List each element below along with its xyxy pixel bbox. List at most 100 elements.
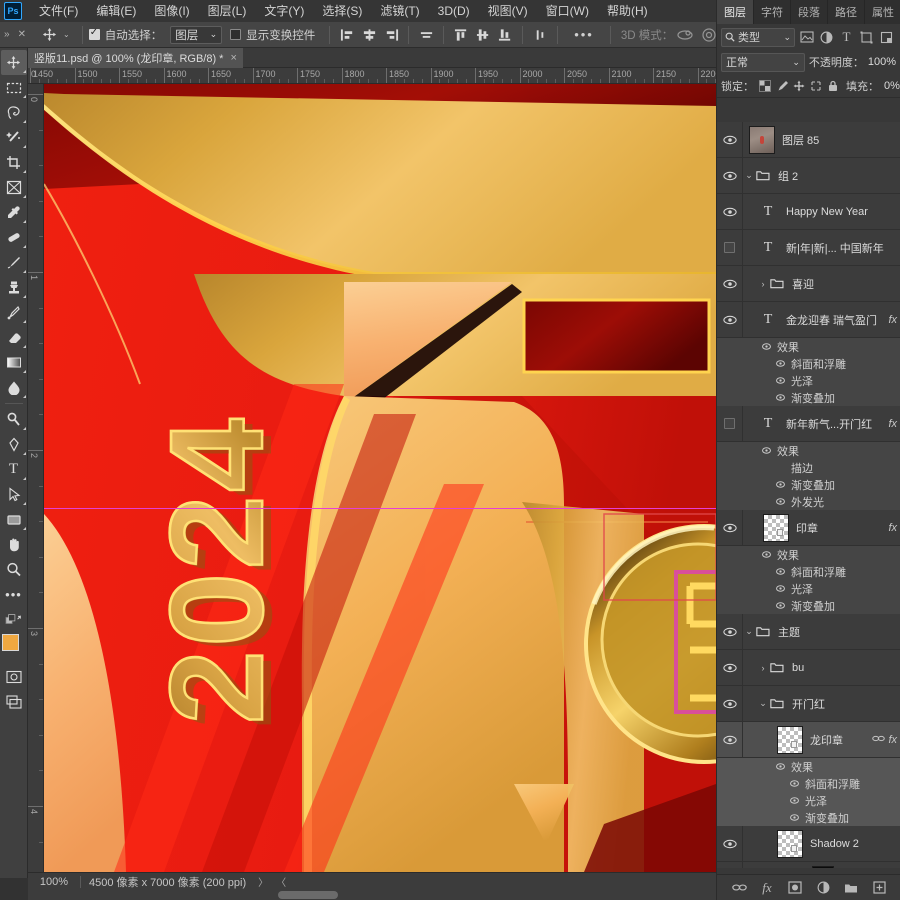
layer-row[interactable]: ⌄ 组 2 bbox=[717, 158, 900, 194]
tool-preset-chevron-icon[interactable]: ⌄ bbox=[63, 30, 70, 39]
healing-brush-tool[interactable] bbox=[1, 225, 27, 250]
crop-tool[interactable] bbox=[1, 150, 27, 175]
horizontal-scrollbar-thumb[interactable] bbox=[278, 891, 338, 899]
layer-effect-item[interactable]: 渐变叠加 bbox=[717, 809, 900, 826]
layer-row[interactable]: T 新年新气...开门红 fx bbox=[717, 406, 900, 442]
menu-view[interactable]: 视图(V) bbox=[479, 0, 537, 22]
effect-visibility-toggle[interactable] bbox=[717, 601, 785, 610]
brush-tool[interactable] bbox=[1, 250, 27, 275]
group-disclosure-icon[interactable]: ⌄ bbox=[743, 170, 755, 181]
move-tool[interactable] bbox=[0, 50, 27, 75]
default-colors-icon[interactable] bbox=[1, 607, 27, 632]
layer-row[interactable]: Shadow 2 bbox=[717, 826, 900, 862]
status-expand-icon[interactable]: 〉 bbox=[254, 874, 272, 889]
dodge-tool[interactable] bbox=[1, 407, 27, 432]
menu-3d[interactable]: 3D(D) bbox=[429, 0, 479, 22]
adjustment-filter-icon[interactable] bbox=[818, 28, 835, 47]
blend-mode-dropdown[interactable]: 正常 ⌄ bbox=[721, 52, 805, 72]
group-disclosure-icon[interactable]: › bbox=[757, 279, 769, 289]
type-tool[interactable]: T bbox=[1, 457, 27, 482]
layer-visibility-toggle[interactable] bbox=[717, 302, 743, 337]
auto-select-scope-dropdown[interactable]: 图层 ⌄ bbox=[170, 25, 223, 44]
layer-thumbnail[interactable] bbox=[749, 125, 775, 154]
layer-effects-icon[interactable]: fx bbox=[888, 734, 900, 746]
effect-visibility-toggle[interactable] bbox=[717, 342, 771, 351]
menu-layer[interactable]: 图层(L) bbox=[199, 0, 256, 22]
blur-tool[interactable] bbox=[1, 375, 27, 400]
layer-effect-item[interactable]: 渐变叠加 bbox=[717, 476, 900, 493]
layer-thumbnail[interactable] bbox=[777, 725, 803, 754]
layer-visibility-toggle[interactable] bbox=[717, 122, 743, 157]
screen-mode-icon[interactable] bbox=[1, 689, 27, 714]
align-right-icon[interactable] bbox=[380, 24, 402, 46]
layer-visibility-toggle[interactable] bbox=[717, 826, 743, 861]
gradient-tool[interactable] bbox=[1, 350, 27, 375]
layer-visibility-toggle[interactable] bbox=[717, 862, 743, 868]
effect-visibility-toggle[interactable] bbox=[717, 497, 785, 506]
menu-file[interactable]: 文件(F) bbox=[30, 0, 87, 22]
layer-visibility-toggle[interactable] bbox=[717, 510, 743, 545]
tab-paragraph[interactable]: 段落 bbox=[791, 0, 828, 24]
move-tool-icon[interactable] bbox=[36, 24, 62, 46]
new-group-icon[interactable] bbox=[843, 879, 860, 896]
color-swatches[interactable] bbox=[1, 634, 27, 660]
panel-collapse-controls[interactable]: » ✕ bbox=[0, 22, 30, 48]
tab-character[interactable]: 字符 bbox=[754, 0, 791, 24]
auto-select-checkbox[interactable] bbox=[88, 27, 100, 40]
lock-position-icon[interactable] bbox=[793, 78, 805, 94]
layer-visibility-toggle[interactable] bbox=[717, 158, 743, 193]
layer-row[interactable]: ⌄ 开门红 bbox=[717, 686, 900, 722]
menu-edit[interactable]: 编辑(E) bbox=[87, 0, 145, 22]
lock-transparent-icon[interactable] bbox=[759, 78, 771, 94]
layer-effect-item[interactable]: 斜面和浮雕 bbox=[717, 563, 900, 580]
effect-visibility-toggle[interactable] bbox=[717, 446, 771, 455]
close-icon[interactable]: ✕ bbox=[18, 29, 26, 40]
layer-effect-item[interactable]: 渐变叠加 bbox=[717, 597, 900, 614]
layer-effect-item[interactable]: 光泽 bbox=[717, 792, 900, 809]
layer-row[interactable]: ⛓色相... 1 bbox=[717, 862, 900, 868]
effect-visibility-toggle[interactable] bbox=[717, 376, 785, 385]
layer-effects-icon[interactable]: fx bbox=[888, 522, 900, 534]
lock-all-icon[interactable] bbox=[827, 78, 839, 94]
document-tab[interactable]: 竖版11.psd @ 100% (龙印章, RGB/8) * × bbox=[28, 48, 243, 68]
history-brush-tool[interactable] bbox=[1, 300, 27, 325]
layer-visibility-toggle[interactable] bbox=[717, 686, 743, 721]
layer-effect-item[interactable]: 斜面和浮雕 bbox=[717, 775, 900, 792]
menu-image[interactable]: 图像(I) bbox=[145, 0, 198, 22]
zoom-level[interactable]: 100% bbox=[28, 876, 80, 888]
layer-effects-header[interactable]: 效果 bbox=[717, 442, 900, 459]
tab-properties[interactable]: 属性 bbox=[865, 0, 900, 24]
align-left-icon[interactable] bbox=[336, 24, 358, 46]
effect-visibility-toggle[interactable] bbox=[717, 779, 799, 788]
layer-effects-icon[interactable]: fx bbox=[888, 314, 900, 326]
frame-tool[interactable] bbox=[1, 175, 27, 200]
menu-type[interactable]: 文字(Y) bbox=[255, 0, 313, 22]
layer-row[interactable]: 图层 85 bbox=[717, 122, 900, 158]
layer-effect-item[interactable]: 外发光 bbox=[717, 493, 900, 510]
zoom-tool[interactable] bbox=[1, 557, 27, 582]
layer-effect-item[interactable]: 斜面和浮雕 bbox=[717, 355, 900, 372]
layer-visibility-toggle[interactable] bbox=[717, 650, 743, 685]
distribute-v-icon[interactable] bbox=[529, 24, 551, 46]
effect-visibility-toggle[interactable] bbox=[717, 796, 799, 805]
clone-stamp-tool[interactable] bbox=[1, 275, 27, 300]
effect-visibility-toggle[interactable] bbox=[717, 480, 785, 489]
image-filter-icon[interactable] bbox=[798, 28, 815, 47]
layer-row[interactable]: 龙印章 fx bbox=[717, 722, 900, 758]
group-disclosure-icon[interactable]: ⌄ bbox=[757, 698, 769, 709]
align-center-h-icon[interactable] bbox=[358, 24, 380, 46]
layer-thumbnail[interactable] bbox=[777, 829, 803, 858]
eyedropper-tool[interactable] bbox=[1, 200, 27, 225]
smartobject-filter-icon[interactable] bbox=[878, 28, 895, 47]
eraser-tool[interactable] bbox=[1, 325, 27, 350]
layer-effect-item[interactable]: 光泽 bbox=[717, 372, 900, 389]
vertical-ruler[interactable]: 0 1 2 3 4 bbox=[28, 84, 44, 872]
new-layer-icon[interactable] bbox=[871, 879, 888, 896]
filter-kind-dropdown[interactable]: 类型 ⌄ bbox=[721, 27, 795, 47]
pen-tool[interactable] bbox=[1, 432, 27, 457]
effect-visibility-toggle[interactable] bbox=[717, 762, 785, 771]
layer-visibility-toggle[interactable] bbox=[717, 266, 743, 301]
horizontal-scrollbar[interactable] bbox=[28, 890, 716, 900]
effect-visibility-toggle[interactable] bbox=[717, 359, 785, 368]
foreground-color-swatch[interactable] bbox=[1, 634, 19, 651]
